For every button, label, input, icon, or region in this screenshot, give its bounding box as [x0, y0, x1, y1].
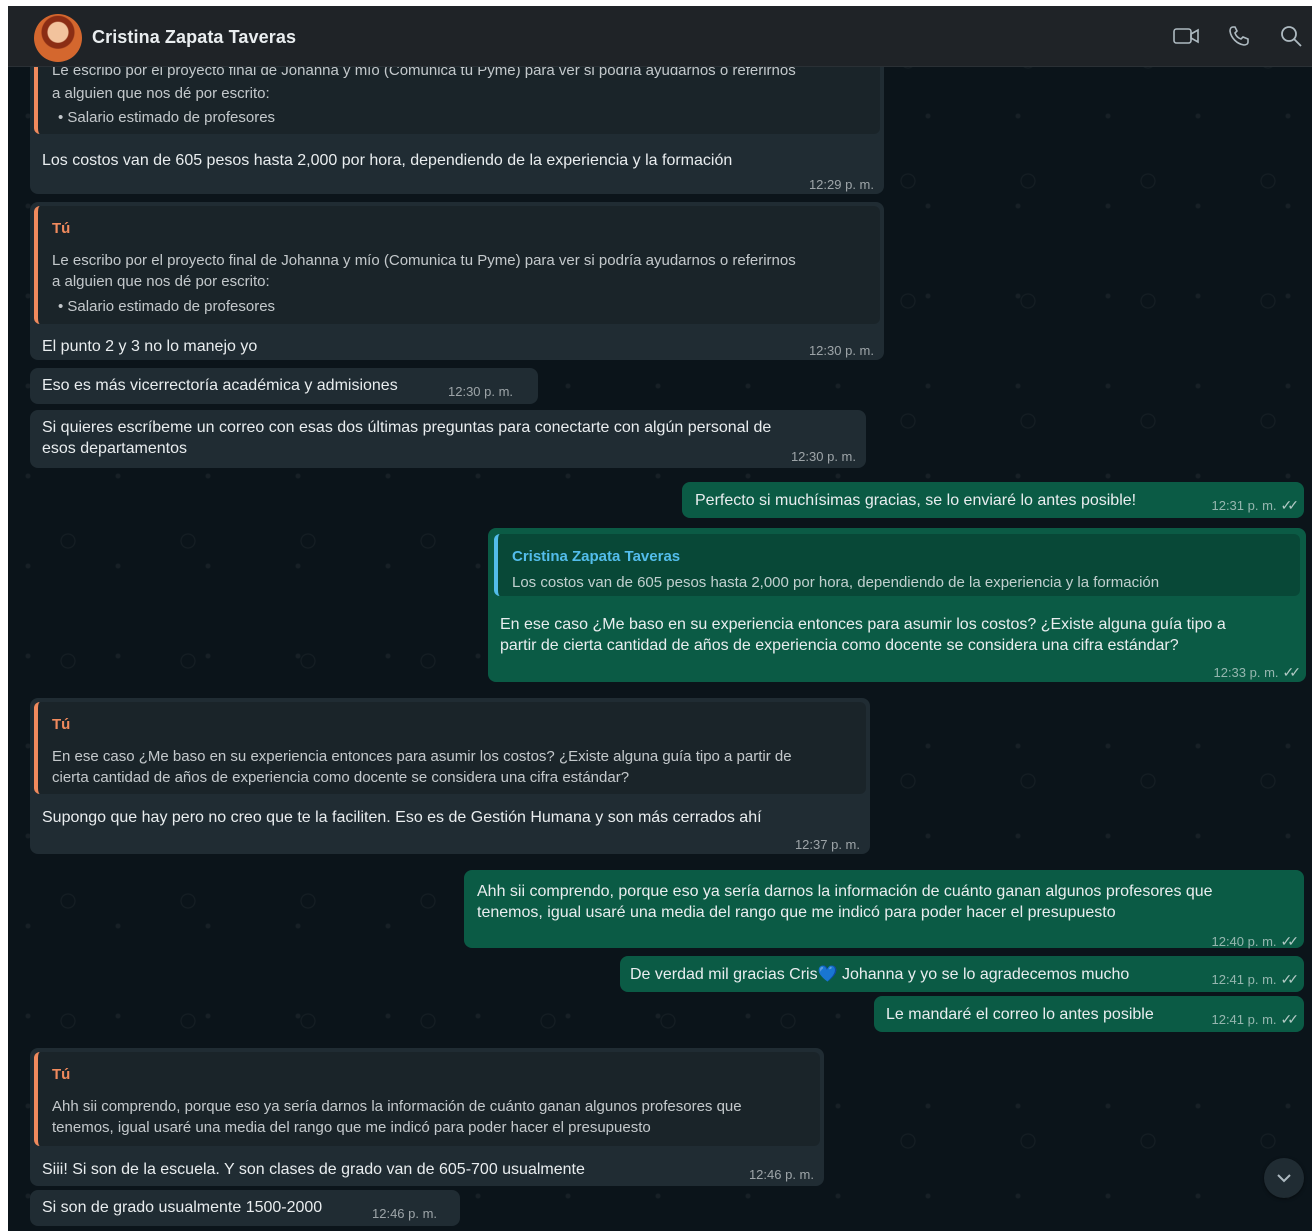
- quoted-author: Tú: [52, 220, 71, 237]
- quoted-text: a alguien que nos dé por escrito:: [52, 85, 270, 102]
- quoted-text: a alguien que nos dé por escrito:: [52, 273, 270, 290]
- message-time: 12:29 p. m.: [808, 177, 874, 192]
- chat-header: Cristina Zapata Taveras: [8, 6, 1312, 67]
- message-text: Los costos van de 605 pesos hasta 2,000 …: [42, 152, 733, 169]
- message-bubble[interactable]: Ahh sii comprendo, porque eso ya sería d…: [464, 870, 1304, 949]
- message-time: 12:46 p. m.: [372, 1206, 438, 1221]
- message-text: Si son de grado usualmente 1500-2000: [42, 1199, 323, 1216]
- chat-window: Le escribo por el proyecto final de Joha…: [8, 6, 1312, 1231]
- message-text-part: De verdad mil gracias Cris: [630, 966, 818, 983]
- message-time: 12:37 p. m.: [794, 837, 860, 852]
- read-ticks-icon: ✓✓: [1280, 933, 1300, 949]
- quoted-message[interactable]: Cristina Zapata Taveras Los costos van d…: [494, 534, 1300, 596]
- quoted-text: Le escribo por el proyecto final de Joha…: [52, 252, 796, 269]
- quoted-message[interactable]: Tú En ese caso ¿Me baso en su experienci…: [34, 702, 866, 794]
- message-time: 12:30 p. m.: [448, 384, 514, 399]
- quoted-bullet-text: Salario estimado de profesores: [67, 109, 276, 126]
- message-bubble[interactable]: Si quieres escríbeme un correo con esas …: [30, 410, 866, 468]
- message-time: 12:46 p. m.: [748, 1167, 814, 1182]
- message-time: 12:30 p. m.: [790, 449, 856, 464]
- read-ticks-icon: ✓✓: [1280, 971, 1300, 987]
- message-bubble[interactable]: Si son de grado usualmente 1500-2000 12:…: [30, 1190, 460, 1226]
- message-text: Siii! Si son de la escuela. Y son clases…: [42, 1161, 585, 1178]
- quoted-text: Los costos van de 605 pesos hasta 2,000 …: [512, 574, 1160, 591]
- message-text: En ese caso ¿Me baso en su experiencia e…: [500, 616, 1226, 633]
- message-bubble[interactable]: De verdad mil gracias Cris💙 Johanna y yo…: [620, 956, 1304, 992]
- quoted-author: Cristina Zapata Taveras: [512, 548, 681, 565]
- avatar[interactable]: [34, 14, 82, 62]
- message-bubble[interactable]: Cristina Zapata Taveras Los costos van d…: [488, 528, 1306, 682]
- scroll-down-button[interactable]: [1264, 1158, 1304, 1198]
- search-icon[interactable]: [1278, 24, 1306, 48]
- message-text-part: Johanna y yo se lo agradecemos mucho: [837, 966, 1130, 983]
- quoted-text: Ahh sii comprendo, porque eso ya sería d…: [52, 1098, 742, 1115]
- video-call-icon[interactable]: [1172, 24, 1200, 48]
- message-bubble[interactable]: Tú Le escribo por el proyecto final de J…: [30, 202, 884, 360]
- read-ticks-icon: ✓✓: [1282, 664, 1302, 680]
- quoted-author: Tú: [52, 716, 71, 733]
- quoted-message[interactable]: Tú Le escribo por el proyecto final de J…: [34, 206, 880, 324]
- message-text: Supongo que hay pero no creo que te la f…: [42, 809, 762, 826]
- quoted-bullet: • Salario estimado de profesores: [58, 109, 276, 126]
- time-text: 12:41 p. m.: [1211, 972, 1277, 987]
- message-time: 12:41 p. m. ✓✓: [1211, 969, 1300, 990]
- message-time: 12:33 p. m. ✓✓: [1213, 662, 1302, 683]
- message-bubble[interactable]: Perfecto si muchísimas gracias, se lo en…: [682, 482, 1304, 518]
- chevron-down-icon: [1277, 1174, 1291, 1183]
- quoted-bullet: • Salario estimado de profesores: [58, 298, 276, 315]
- quoted-bullet-text: Salario estimado de profesores: [67, 298, 276, 315]
- blue-heart-icon: 💙: [817, 966, 838, 983]
- message-time: 12:40 p. m. ✓✓: [1211, 931, 1300, 952]
- time-text: 12:33 p. m.: [1213, 665, 1279, 680]
- message-text: tenemos, igual usaré una media del rango…: [477, 904, 1116, 921]
- message-bubble[interactable]: Tú Ahh sii comprendo, porque eso ya serí…: [30, 1048, 824, 1186]
- message-time: 12:31 p. m. ✓✓: [1211, 495, 1300, 516]
- quoted-author: Tú: [52, 1066, 71, 1083]
- voice-call-icon[interactable]: [1226, 24, 1254, 48]
- quoted-message[interactable]: Tú Ahh sii comprendo, porque eso ya serí…: [34, 1052, 820, 1146]
- read-ticks-icon: ✓✓: [1280, 497, 1300, 513]
- message-text: Ahh sii comprendo, porque eso ya sería d…: [477, 883, 1213, 900]
- time-text: 12:40 p. m.: [1211, 934, 1277, 949]
- message-time: 12:41 p. m. ✓✓: [1211, 1009, 1300, 1030]
- message-text: Le mandaré el correo lo antes posible: [886, 1006, 1154, 1023]
- message-list[interactable]: Le escribo por el proyecto final de Joha…: [8, 6, 1312, 1231]
- message-text: partir de cierta cantidad de años de exp…: [500, 637, 1179, 654]
- time-text: 12:41 p. m.: [1211, 1012, 1277, 1027]
- message-text: Eso es más vicerrectoría académica y adm…: [42, 377, 398, 394]
- contact-name[interactable]: Cristina Zapata Taveras: [92, 27, 296, 48]
- message-text: El punto 2 y 3 no lo manejo yo: [42, 338, 258, 355]
- message-bubble[interactable]: Eso es más vicerrectoría académica y adm…: [30, 368, 538, 404]
- message-text: Si quieres escríbeme un correo con esas …: [42, 419, 772, 436]
- quoted-text: tenemos, igual usaré una media del rango…: [52, 1119, 651, 1136]
- message-text: esos departamentos: [42, 440, 187, 457]
- message-bubble[interactable]: Tú En ese caso ¿Me baso en su experienci…: [30, 698, 870, 854]
- read-ticks-icon: ✓✓: [1280, 1011, 1300, 1027]
- message-bubble[interactable]: Le mandaré el correo lo antes posible 12…: [874, 996, 1304, 1032]
- message-text: Perfecto si muchísimas gracias, se lo en…: [695, 492, 1137, 509]
- quoted-text: cierta cantidad de años de experiencia c…: [52, 769, 630, 786]
- quoted-text: En ese caso ¿Me baso en su experiencia e…: [52, 748, 792, 765]
- message-text: De verdad mil gracias Cris💙 Johanna y yo…: [630, 964, 1129, 985]
- time-text: 12:31 p. m.: [1211, 498, 1277, 513]
- message-time: 12:30 p. m.: [808, 343, 874, 358]
